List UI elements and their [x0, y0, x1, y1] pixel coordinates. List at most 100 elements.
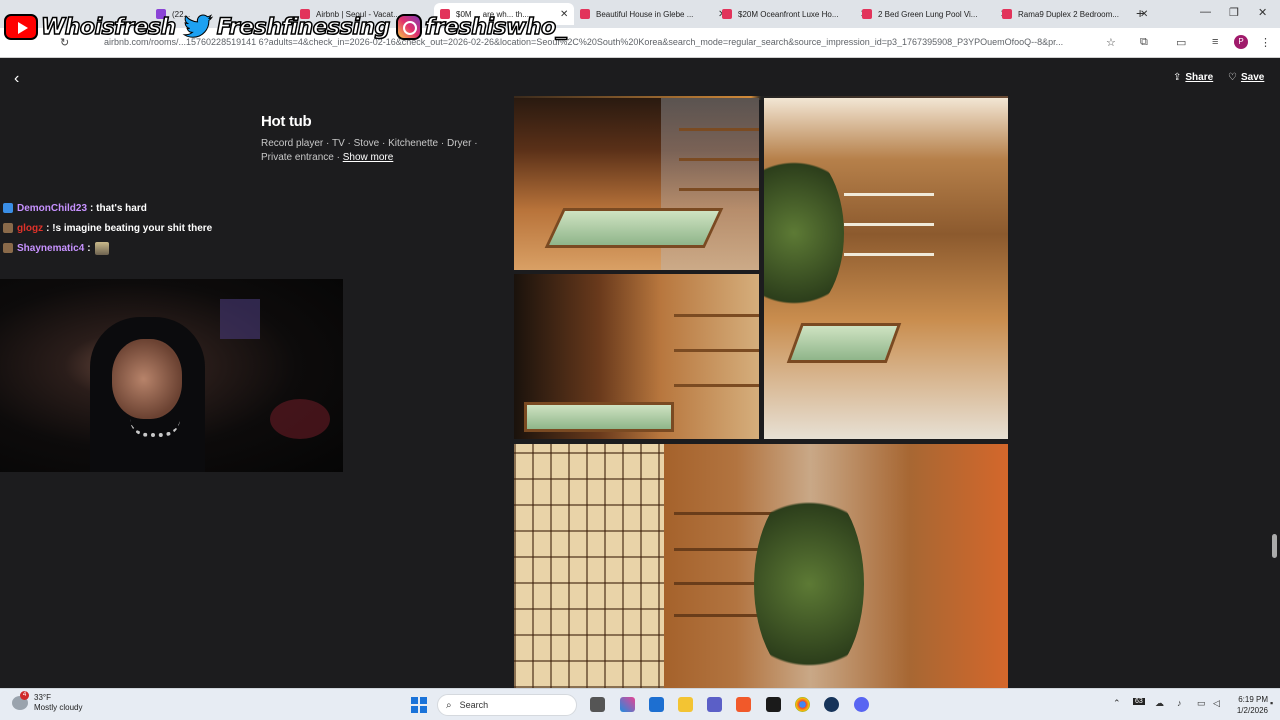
webcam-person-face: [112, 339, 182, 419]
chat-text: !s imagine beating your shit there: [52, 222, 213, 234]
weather-text: 33°F Mostly cloudy: [34, 693, 82, 713]
discord-icon[interactable]: [854, 697, 869, 712]
airbnb-favicon-icon: [862, 9, 872, 19]
notification-badge: 4: [20, 691, 29, 700]
cast-icon[interactable]: ▭: [1176, 36, 1186, 49]
clock-date: 1/2/2026: [1236, 706, 1268, 715]
save-button[interactable]: ♡ Save: [1228, 72, 1264, 83]
airbnb-favicon-icon: [580, 9, 590, 19]
shelf: [679, 158, 759, 161]
tab-label: 2 Bed Green Lung Pool Vi...: [878, 9, 978, 19]
tab-label: Beautiful House in Glebe ...: [596, 9, 694, 19]
hot-tub-photo-3[interactable]: [514, 274, 759, 439]
weather-widget[interactable]: 4 33°F Mostly cloudy: [12, 691, 82, 713]
cloud-icon: 4: [12, 691, 29, 710]
overlay-instagram: freshiswho_: [395, 14, 567, 41]
tab-label: Rama9 Duplex 2 Bedroom...: [1018, 9, 1119, 19]
system-clock[interactable]: 6:19 PM 1/2/2026: [1228, 694, 1268, 716]
shelf: [674, 384, 759, 387]
chat-username: glogz: [17, 222, 44, 234]
chat-badge-icon: [3, 203, 13, 213]
task-view-icon[interactable]: [590, 697, 605, 712]
tab-label: $20M Oceanfront Luxe Ho...: [738, 9, 839, 19]
share-button[interactable]: ⇪ Share: [1173, 72, 1213, 83]
plant: [754, 484, 864, 684]
app-icon[interactable]: [766, 697, 781, 712]
bath-tub: [786, 323, 902, 363]
shelf: [674, 349, 759, 352]
chat-badge-icon: [3, 223, 13, 233]
chat-message: DemonChild23 : that's hard: [0, 198, 340, 218]
weather-temp: 33°F: [34, 693, 51, 702]
share-label: Share: [1185, 72, 1214, 83]
browser-tab[interactable]: 2 Bed Green Lung Pool Vi... ✕: [856, 3, 1014, 25]
chat-text: that's hard: [96, 202, 147, 214]
tray-app-icon[interactable]: 63: [1133, 698, 1145, 705]
shoji-screen: [514, 444, 664, 688]
show-more-link[interactable]: Show more: [343, 152, 394, 163]
extensions-icon[interactable]: ⧉: [1140, 36, 1148, 49]
search-icon: ⌕: [446, 699, 452, 711]
streamer-webcam: [0, 279, 343, 472]
volume-icon[interactable]: ◁: [1213, 698, 1220, 709]
browser-tab[interactable]: $20M Oceanfront Luxe Ho... ✕: [716, 3, 874, 25]
tray-overflow-icon[interactable]: ⌃: [1113, 698, 1121, 709]
file-explorer-icon[interactable]: [678, 697, 693, 712]
overlay-twitter: Freshfinessing: [182, 12, 391, 42]
display-icon[interactable]: ▭: [1197, 698, 1206, 709]
shelf: [679, 128, 759, 131]
steam-icon[interactable]: [824, 697, 839, 712]
shelf: [844, 193, 934, 196]
bookmark-star-icon[interactable]: ☆: [1106, 36, 1116, 49]
listing-page: ‹ ⇪ Share ♡ Save Hot tub Record player · T…: [0, 58, 1280, 688]
windows-start-icon[interactable]: [411, 697, 427, 713]
chat-message: Shaynematic4 :: [0, 238, 340, 258]
minimize-window-icon[interactable]: —: [1200, 6, 1211, 18]
instagram-icon: [395, 14, 422, 40]
chat-emote-icon: [94, 241, 109, 255]
hot-tub-photo-2[interactable]: [764, 98, 1008, 439]
back-arrow-icon[interactable]: ‹: [14, 70, 19, 88]
shelf: [674, 314, 759, 317]
bath-tub: [544, 208, 724, 248]
page-scrollbar-thumb[interactable]: [1272, 534, 1277, 558]
webcam-background-light: [270, 399, 330, 439]
twitter-bird-icon: [182, 14, 213, 38]
twitter-handle: Freshfinessing: [216, 14, 391, 41]
windows-taskbar: 4 33°F Mostly cloudy ⌕ Search ⌃ 63 ☁ ♪ ▭…: [0, 688, 1280, 720]
store-icon[interactable]: [649, 697, 664, 712]
notifications-icon[interactable]: ▪: [1270, 698, 1273, 708]
hot-tub-photo-1[interactable]: [514, 98, 759, 270]
copilot-icon[interactable]: [620, 697, 635, 712]
clock-time: 6:19 PM: [1238, 695, 1268, 704]
room-section-title: Hot tub: [261, 113, 312, 130]
youtube-handle: Whoisfresh: [40, 14, 177, 41]
plant: [764, 148, 844, 318]
media-controls-icon[interactable]: ≡: [1212, 36, 1218, 48]
weather-desc: Mostly cloudy: [34, 703, 83, 712]
network-icon[interactable]: ☁: [1155, 698, 1164, 709]
browser-tab[interactable]: Beautiful House in Glebe ... ✕: [574, 3, 732, 25]
chat-separator: :: [87, 242, 91, 254]
stream-social-overlay: Whoisfresh Freshfinessing freshiswho_: [4, 8, 572, 46]
shelf: [844, 223, 934, 226]
save-label: Save: [1240, 72, 1265, 83]
microphone-icon[interactable]: ♪: [1177, 698, 1182, 708]
share-icon: ⇪: [1173, 72, 1182, 83]
browser-menu-icon[interactable]: ⋮: [1260, 36, 1271, 49]
taskbar-search[interactable]: ⌕ Search: [437, 694, 577, 716]
maximize-window-icon[interactable]: ❐: [1229, 6, 1239, 19]
close-window-icon[interactable]: ✕: [1258, 6, 1267, 19]
profile-avatar[interactable]: P: [1234, 35, 1248, 49]
new-tab-button[interactable]: +: [1136, 5, 1144, 21]
browser-tab[interactable]: Rama9 Duplex 2 Bedroom... ✕: [996, 3, 1154, 25]
search-placeholder: Search: [459, 700, 489, 710]
stream-chat: DemonChild23 : that's hard glogz : !s im…: [0, 198, 340, 258]
teams-icon[interactable]: [707, 697, 722, 712]
chrome-icon[interactable]: [795, 697, 810, 712]
hot-tub-photo-4[interactable]: [514, 444, 1008, 688]
brave-browser-icon[interactable]: [736, 697, 751, 712]
instagram-handle: freshiswho_: [424, 14, 567, 41]
overlay-youtube: Whoisfresh: [4, 14, 177, 41]
chat-username: DemonChild23: [17, 202, 88, 214]
